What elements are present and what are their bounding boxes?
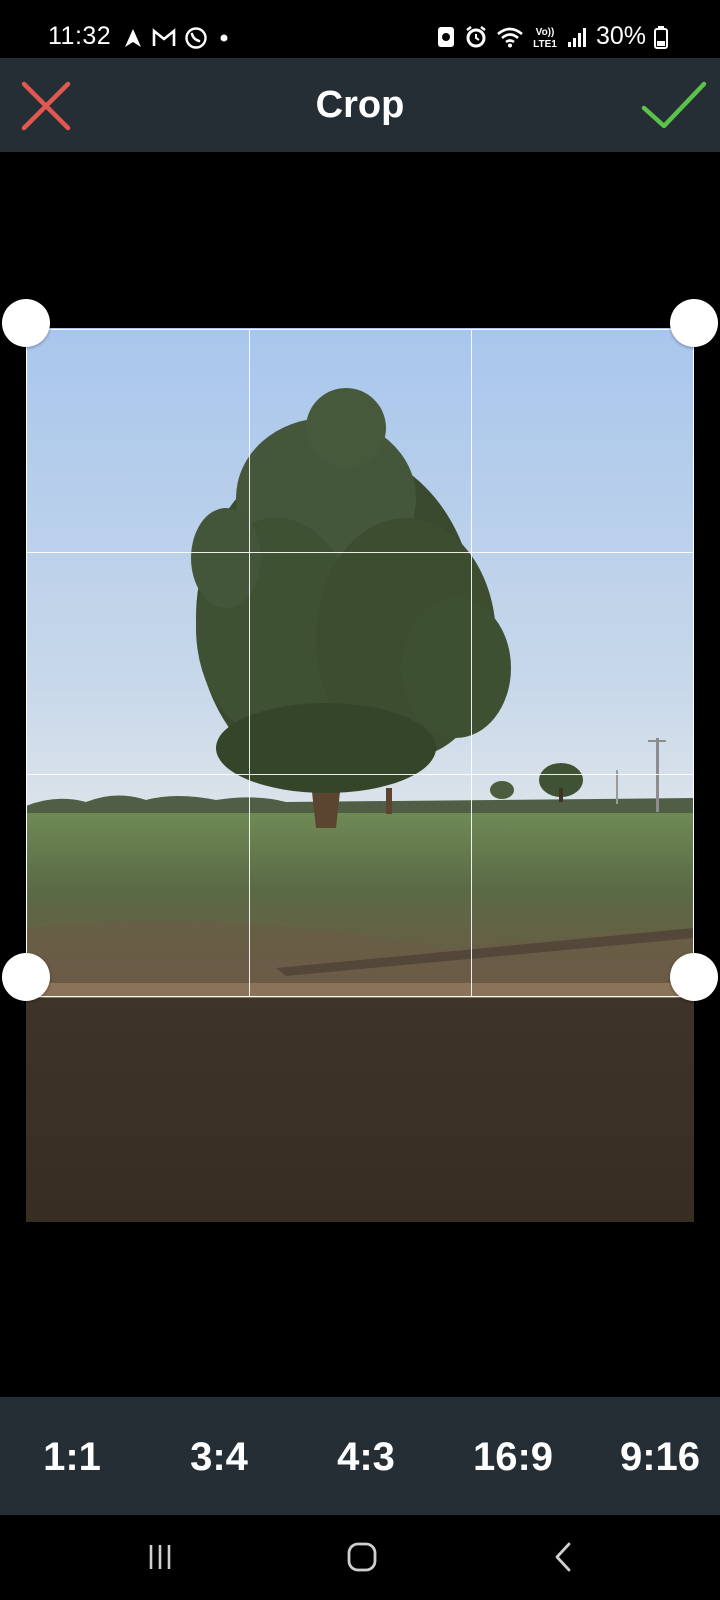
svg-text:LTE1: LTE1	[533, 39, 557, 49]
whatsapp-icon	[184, 26, 208, 50]
status-time: 11:32	[48, 22, 112, 50]
alarm-icon	[464, 25, 488, 49]
ratio-3-4-button[interactable]: 3:4	[159, 1435, 279, 1480]
wifi-icon	[496, 26, 524, 48]
screenshot-icon	[436, 25, 456, 49]
grid-line	[27, 773, 693, 775]
signal-icon	[566, 26, 588, 48]
crop-handle-top-left[interactable]	[2, 299, 50, 347]
battery-percent: 30%	[595, 22, 646, 50]
gmail-icon	[152, 28, 176, 48]
ratio-1-1-button[interactable]: 1:1	[12, 1435, 132, 1480]
crop-handle-bottom-right[interactable]	[670, 953, 718, 1001]
crop-handle-bottom-left[interactable]	[2, 953, 50, 1001]
dot-icon	[216, 30, 232, 46]
check-icon	[641, 81, 707, 129]
svg-text:Vo)): Vo))	[536, 27, 555, 38]
crop-frame[interactable]	[26, 329, 694, 997]
system-nav-bar	[0, 1515, 720, 1600]
volte-icon: Vo)) LTE1	[532, 25, 558, 49]
back-icon	[555, 1542, 571, 1572]
ratio-9-16-button[interactable]: 9:16	[600, 1435, 720, 1480]
crop-canvas	[0, 152, 720, 1397]
home-icon	[347, 1542, 377, 1572]
aspect-ratio-bar: 1:1 3:4 4:3 16:9 9:16	[0, 1397, 720, 1515]
crop-handle-top-right[interactable]	[670, 299, 718, 347]
ratio-4-3-button[interactable]: 4:3	[306, 1435, 426, 1480]
confirm-button[interactable]	[640, 78, 708, 134]
grid-line	[27, 551, 693, 553]
status-bar: 11:32 Vo)) LTE1 30%	[0, 0, 720, 58]
back-button[interactable]	[542, 1537, 586, 1577]
recent-apps-icon	[149, 1545, 171, 1569]
home-button[interactable]	[340, 1537, 384, 1577]
navigation-icon	[122, 27, 144, 49]
battery-icon	[654, 25, 668, 49]
recent-apps-button[interactable]	[138, 1537, 182, 1577]
grid-line	[248, 330, 250, 996]
page-title: Crop	[315, 84, 405, 126]
crop-toolbar: Crop	[0, 58, 720, 152]
ratio-16-9-button[interactable]: 16:9	[453, 1435, 573, 1480]
outside-crop-overlay	[26, 998, 694, 1222]
grid-line	[470, 330, 472, 996]
